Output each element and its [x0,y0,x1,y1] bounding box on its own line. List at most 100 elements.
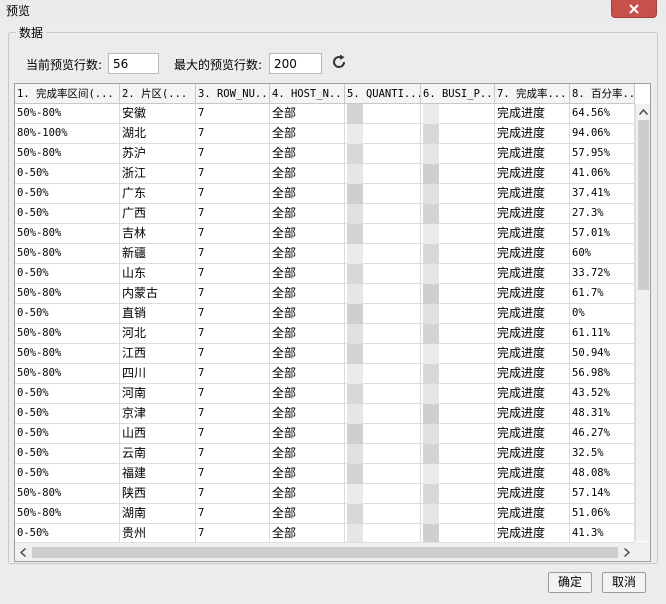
table-row[interactable]: 0-50% 福建 7 全部 完成进度 48.08% [15,464,635,484]
scroll-right-icon[interactable] [619,543,634,561]
table-cell: 全部 [270,444,345,464]
table-cell: 全部 [270,424,345,444]
table-cell: 0-50% [15,184,120,204]
redacted-value [423,124,439,144]
table-row[interactable]: 50%-80% 安徽 7 全部 完成进度 64.56% [15,104,635,124]
table-cell: 7 [196,204,270,224]
table-row[interactable]: 0-50% 云南 7 全部 完成进度 32.5% [15,444,635,464]
table-cell: 完成进度 [495,344,570,364]
table-cell: 完成进度 [495,304,570,324]
table-row[interactable]: 0-50% 贵州 7 全部 完成进度 41.3% [15,524,635,544]
table-cell: 福建 [120,464,196,484]
table-cell: 京津 [120,404,196,424]
redacted-value [423,504,439,524]
table-row[interactable]: 50%-80% 江西 7 全部 完成进度 50.94% [15,344,635,364]
horizontal-scroll-thumb[interactable] [32,547,618,558]
table-row[interactable]: 0-50% 山西 7 全部 完成进度 46.27% [15,424,635,444]
table-cell: 江西 [120,344,196,364]
redacted-value [347,404,363,424]
scroll-left-icon[interactable] [15,543,30,561]
table-cell [345,124,421,144]
table-cell: 全部 [270,224,345,244]
table-cell: 50%-80% [15,144,120,164]
table-cell [345,464,421,484]
table-row[interactable]: 0-50% 广东 7 全部 完成进度 37.41% [15,184,635,204]
table-row[interactable]: 50%-80% 新疆 7 全部 完成进度 60% [15,244,635,264]
table-cell: 7 [196,424,270,444]
table-cell [421,144,495,164]
redacted-value [347,504,363,524]
table-cell: 新疆 [120,244,196,264]
table-row[interactable]: 50%-80% 陕西 7 全部 完成进度 57.14% [15,484,635,504]
redacted-value [423,324,439,344]
close-button[interactable] [611,0,657,18]
table-cell: 7 [196,224,270,244]
table-cell: 全部 [270,124,345,144]
table-row[interactable]: 50%-80% 河北 7 全部 完成进度 61.11% [15,324,635,344]
table-cell: 完成进度 [495,224,570,244]
table-row[interactable]: 0-50% 河南 7 全部 完成进度 43.52% [15,384,635,404]
table-cell: 48.08% [570,464,635,484]
table-cell: 完成进度 [495,324,570,344]
refresh-button[interactable] [330,53,348,71]
table-cell: 50%-80% [15,504,120,524]
cancel-button[interactable]: 取消 [602,572,646,593]
column-header-6[interactable]: 6. BUSI_P... [421,84,495,104]
redacted-value [347,344,363,364]
redacted-value [347,284,363,304]
redacted-value [423,184,439,204]
redacted-value [347,364,363,384]
max-rows-input[interactable] [269,53,322,74]
column-header-4[interactable]: 4. HOST_N... [270,84,345,104]
table-cell [421,244,495,264]
table-cell: 50%-80% [15,484,120,504]
table-cell [345,404,421,424]
table-cell: 7 [196,324,270,344]
vertical-scroll-thumb[interactable] [638,120,649,290]
column-header-1[interactable]: 1. 完成率区间(... [15,84,120,104]
table-row[interactable]: 50%-80% 吉林 7 全部 完成进度 57.01% [15,224,635,244]
table-row[interactable]: 0-50% 山东 7 全部 完成进度 33.72% [15,264,635,284]
table-cell: 全部 [270,184,345,204]
table-cell: 安徽 [120,104,196,124]
table-row[interactable]: 0-50% 浙江 7 全部 完成进度 41.06% [15,164,635,184]
table-row[interactable]: 50%-80% 内蒙古 7 全部 完成进度 61.7% [15,284,635,304]
table-row[interactable]: 50%-80% 四川 7 全部 完成进度 56.98% [15,364,635,384]
redacted-value [423,404,439,424]
column-header-2[interactable]: 2. 片区(... [120,84,196,104]
vertical-scrollbar[interactable] [635,104,650,541]
table-row[interactable]: 0-50% 直销 7 全部 完成进度 0% [15,304,635,324]
column-header-7[interactable]: 7. 完成率... [495,84,570,104]
table-cell: 7 [196,344,270,364]
table-cell [421,204,495,224]
table-row[interactable]: 0-50% 京津 7 全部 完成进度 48.31% [15,404,635,424]
redacted-value [347,144,363,164]
close-icon [629,3,639,14]
table-cell: 50%-80% [15,364,120,384]
column-header-8[interactable]: 8. 百分率... [570,84,635,104]
table-cell [345,284,421,304]
table-cell: 完成进度 [495,484,570,504]
table-cell: 0-50% [15,404,120,424]
table-row[interactable]: 80%-100% 湖北 7 全部 完成进度 94.06% [15,124,635,144]
table-cell [421,504,495,524]
column-header-5[interactable]: 5. QUANTI... [345,84,421,104]
table-cell: 浙江 [120,164,196,184]
table-row[interactable]: 50%-80% 湖南 7 全部 完成进度 51.06% [15,504,635,524]
redacted-value [423,484,439,504]
table-cell: 32.5% [570,444,635,464]
table-row[interactable]: 50%-80% 苏沪 7 全部 完成进度 57.95% [15,144,635,164]
table-cell: 全部 [270,464,345,484]
table-cell: 内蒙古 [120,284,196,304]
column-header-3[interactable]: 3. ROW_NU... [196,84,270,104]
scroll-up-icon[interactable] [636,104,650,119]
table-cell: 56.98% [570,364,635,384]
table-cell: 全部 [270,264,345,284]
table-row[interactable]: 0-50% 广西 7 全部 完成进度 27.3% [15,204,635,224]
horizontal-scrollbar[interactable] [15,542,635,561]
table-cell [345,524,421,544]
ok-button[interactable]: 确定 [548,572,592,593]
table-cell [421,104,495,124]
table-cell: 完成进度 [495,124,570,144]
current-rows-input[interactable] [108,53,159,74]
